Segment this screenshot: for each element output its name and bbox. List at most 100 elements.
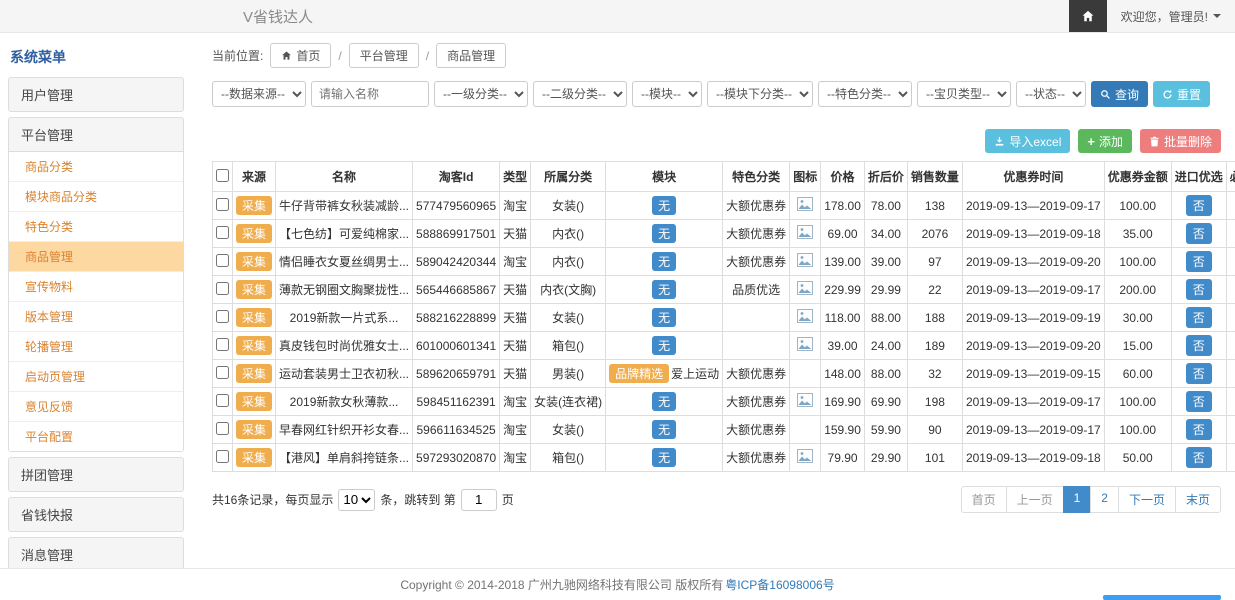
sidebar-subitem-1-9[interactable]: 平台配置 (9, 422, 183, 451)
table-row: 采集情侣睡衣女夏丝绸男士...589042420344淘宝内衣()无大额优惠券1… (213, 248, 1235, 276)
sidebar-item-3[interactable]: 省钱快报 (9, 498, 183, 531)
app-title: V省钱达人 (243, 6, 313, 27)
jump-page-input[interactable] (461, 489, 497, 511)
sidebar-panel-3: 省钱快报 (8, 497, 184, 532)
user-menu[interactable]: 欢迎您，管理员! (1107, 8, 1235, 25)
product-name: 运动套装男士卫衣初秋... (276, 360, 413, 388)
sidebar-subitem-1-5[interactable]: 版本管理 (9, 302, 183, 332)
row-checkbox[interactable] (216, 366, 229, 379)
breadcrumb-item-goods[interactable]: 商品管理 (436, 43, 506, 68)
status-select[interactable]: --状态-- (1016, 81, 1086, 107)
add-button[interactable]: + 添加 (1078, 129, 1132, 153)
pager-first[interactable]: 首页 (961, 486, 1007, 513)
row-checkbox[interactable] (216, 198, 229, 211)
must-buy-cell: 否 (1226, 388, 1235, 416)
data-source-select[interactable]: --数据来源-- (212, 81, 306, 107)
category: 箱包() (531, 444, 606, 472)
item-type-select[interactable]: --宝贝类型-- (917, 81, 1011, 107)
source-cell: 采集 (233, 220, 276, 248)
module-select[interactable]: --模块-- (632, 81, 702, 107)
col-header-12: 优惠券金额 (1104, 162, 1171, 192)
home-button[interactable] (1069, 0, 1107, 32)
product-name: 牛仔背带裤女秋装减龄... (276, 192, 413, 220)
page-layout: 系统菜单 用户管理平台管理商品分类模块商品分类特色分类商品管理宣传物料版本管理轮… (0, 33, 1235, 568)
import-toggle-button[interactable]: 否 (1186, 419, 1212, 440)
level2-category-select[interactable]: --二级分类-- (533, 81, 627, 107)
sidebar-item-0[interactable]: 用户管理 (9, 78, 183, 111)
home-icon (1081, 9, 1095, 23)
module-cell: 无 (606, 192, 723, 220)
sidebar-subitem-1-2[interactable]: 特色分类 (9, 212, 183, 242)
import-toggle-button[interactable]: 否 (1186, 251, 1212, 272)
sidebar-subitem-1-3[interactable]: 商品管理 (9, 242, 183, 272)
row-checkbox[interactable] (216, 450, 229, 463)
import-toggle-button[interactable]: 否 (1186, 363, 1212, 384)
row-checkbox[interactable] (216, 394, 229, 407)
row-checkbox[interactable] (216, 282, 229, 295)
product-image-icon (797, 449, 813, 463)
source-cell: 采集 (233, 360, 276, 388)
pager-page-2[interactable]: 2 (1090, 486, 1119, 513)
icp-link[interactable]: 粤ICP备16098006号 (725, 576, 834, 593)
coupon-amount: 60.00 (1104, 360, 1171, 388)
import-toggle-button[interactable]: 否 (1186, 391, 1212, 412)
row-checkbox[interactable] (216, 338, 229, 351)
col-header-1: 名称 (276, 162, 413, 192)
module-badge: 无 (652, 448, 676, 467)
module-subcategory-select[interactable]: --模块下分类-- (707, 81, 813, 107)
import-toggle-button[interactable]: 否 (1186, 195, 1212, 216)
import-excel-button[interactable]: 导入excel (985, 129, 1070, 153)
row-checkbox[interactable] (216, 226, 229, 239)
category: 内衣() (531, 248, 606, 276)
per-page-select[interactable]: 10 (338, 489, 375, 511)
reset-button[interactable]: 重置 (1153, 81, 1210, 107)
sidebar-item-2[interactable]: 拼团管理 (9, 458, 183, 491)
sidebar-panel-4: 消息管理 (8, 537, 184, 568)
row-checkbox[interactable] (216, 310, 229, 323)
pager-next[interactable]: 下一页 (1118, 486, 1176, 513)
select-all-checkbox[interactable] (216, 169, 229, 182)
sidebar-subitem-1-7[interactable]: 启动页管理 (9, 362, 183, 392)
import-toggle-button[interactable]: 否 (1186, 279, 1212, 300)
icon-cell (790, 248, 821, 276)
feature-category-select[interactable]: --特色分类-- (818, 81, 912, 107)
sidebar-subitem-1-4[interactable]: 宣传物料 (9, 272, 183, 302)
pager-prev[interactable]: 上一页 (1006, 486, 1064, 513)
horizontal-scrollbar-thumb[interactable] (1103, 595, 1221, 600)
pager-page-1[interactable]: 1 (1063, 486, 1092, 513)
pager-last[interactable]: 末页 (1175, 486, 1221, 513)
source-cell: 采集 (233, 248, 276, 276)
table-row: 采集薄款无钢圈文胸聚拢性...565446685867天猫内衣(文胸)无品质优选… (213, 276, 1235, 304)
must-buy-cell: 否 (1226, 444, 1235, 472)
sidebar-subitem-1-8[interactable]: 意见反馈 (9, 392, 183, 422)
search-button[interactable]: 查询 (1091, 81, 1148, 107)
product-image-icon (797, 253, 813, 267)
import-toggle-button[interactable]: 否 (1186, 307, 1212, 328)
records-summary: 共16条记录，每页显示 (212, 491, 333, 508)
sales-count: 2076 (907, 220, 962, 248)
breadcrumb-item-platform[interactable]: 平台管理 (349, 43, 419, 68)
sidebar-item-4[interactable]: 消息管理 (9, 538, 183, 568)
sidebar-subitem-1-0[interactable]: 商品分类 (9, 152, 183, 182)
sidebar-subitem-1-1[interactable]: 模块商品分类 (9, 182, 183, 212)
name-search-input[interactable] (311, 81, 429, 107)
batch-delete-button[interactable]: 批量删除 (1140, 129, 1221, 153)
sidebar-subitem-1-6[interactable]: 轮播管理 (9, 332, 183, 362)
import-select-cell: 否 (1171, 444, 1226, 472)
import-toggle-button[interactable]: 否 (1186, 335, 1212, 356)
row-checkbox[interactable] (216, 422, 229, 435)
main-content: 当前位置: 首页 / 平台管理 / 商品管理 --数据来源----一级分类---… (192, 33, 1235, 568)
source-badge: 采集 (236, 420, 272, 439)
feature-category: 大额优惠券 (723, 360, 790, 388)
row-checkbox[interactable] (216, 254, 229, 267)
product-type: 淘宝 (500, 444, 531, 472)
filter-fields: --数据来源----一级分类----二级分类----模块----模块下分类---… (212, 81, 1086, 107)
discount-price: 29.90 (864, 444, 907, 472)
import-toggle-button[interactable]: 否 (1186, 223, 1212, 244)
import-toggle-button[interactable]: 否 (1186, 447, 1212, 468)
breadcrumb-home[interactable]: 首页 (270, 43, 331, 68)
sales-count: 189 (907, 332, 962, 360)
sidebar-item-1[interactable]: 平台管理 (9, 118, 183, 151)
taoke-id: 577479560965 (413, 192, 500, 220)
level1-category-select[interactable]: --一级分类-- (434, 81, 528, 107)
